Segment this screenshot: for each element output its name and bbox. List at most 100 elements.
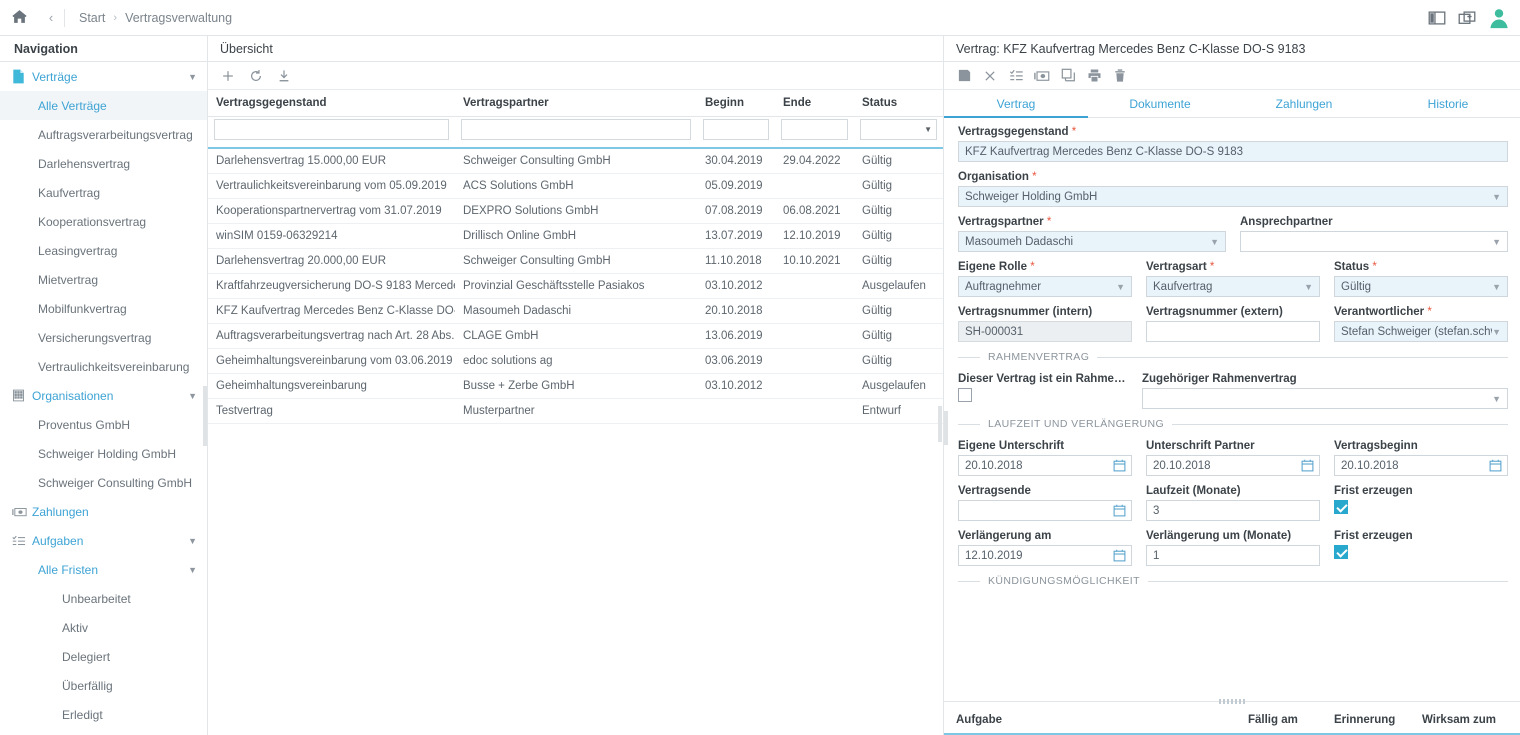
date-verlaengerung-am[interactable]: 12.10.2019 (958, 545, 1132, 566)
filter-input-partner[interactable] (461, 119, 691, 140)
tab-zahlungen[interactable]: Zahlungen (1232, 90, 1376, 117)
table-row[interactable]: Auftragsverarbeitungsvertrag nach Art. 2… (208, 323, 943, 349)
sidebar-item-aktiv[interactable]: Aktiv (0, 613, 207, 642)
sidebar-item-delegiert[interactable]: Delegiert (0, 642, 207, 671)
column-header-partner[interactable]: Vertragspartner (455, 90, 697, 117)
sidebar-item-versicherungsvertrag[interactable]: Versicherungsvertrag (0, 323, 207, 352)
checkbox-ist-rahmenvertrag[interactable] (958, 388, 972, 402)
table-row[interactable]: Geheimhaltungsvereinbarung vom 03.06.201… (208, 348, 943, 374)
select-vertragsart[interactable]: Kaufvertrag ▼ (1146, 276, 1320, 297)
sidebar-item-schweiger-consulting-gmbh[interactable]: Schweiger Consulting GmbH (0, 468, 207, 497)
input-verlaengerung-um[interactable]: 1 (1146, 545, 1320, 566)
select-vertragspartner[interactable]: Masoumeh Dadaschi ▼ (958, 231, 1226, 252)
sidebar-item-vertraulichkeitsvereinbarung[interactable]: Vertraulichkeitsvereinbarung (0, 352, 207, 381)
checkbox-frist-erzeugen-1[interactable] (1334, 500, 1348, 514)
table-row[interactable]: Darlehensvertrag 15.000,00 EUR Schweiger … (208, 148, 943, 174)
select-status[interactable]: Gültig ▼ (1334, 276, 1508, 297)
table-row[interactable]: Kraftfahrzeugversicherung DO-S 9183 Merc… (208, 273, 943, 299)
table-row[interactable]: winSIM 0159-06329214 Drillisch Online Gmb… (208, 223, 943, 249)
column-header-ende[interactable]: Ende (775, 90, 854, 117)
checkbox-frist-erzeugen-2[interactable] (1334, 545, 1348, 559)
task-icon[interactable] (1004, 65, 1028, 87)
sidebar-item-vertr-ge[interactable]: Verträge ▼ (0, 62, 207, 91)
sidebar-item-alle-vertr-ge[interactable]: Alle Verträge (0, 91, 207, 120)
sidebar-item-organisationen[interactable]: Organisationen ▼ (0, 381, 207, 410)
splitter-handle[interactable] (1219, 699, 1245, 704)
select-organisation[interactable]: Schweiger Holding GmbH ▼ (958, 186, 1508, 207)
select-eigene-rolle[interactable]: Auftragnehmer ▼ (958, 276, 1132, 297)
sidebar-item-schweiger-holding-gmbh[interactable]: Schweiger Holding GmbH (0, 439, 207, 468)
sidebar-item-leasingvertrag[interactable]: Leasingvertrag (0, 236, 207, 265)
tab-vertrag[interactable]: Vertrag (944, 90, 1088, 118)
sidebar-item-darlehensvertrag[interactable]: Darlehensvertrag (0, 149, 207, 178)
column-header-status[interactable]: Status (854, 90, 943, 117)
input-vertragsgegenstand[interactable]: KFZ Kaufvertrag Mercedes Benz C-Klasse D… (958, 141, 1508, 162)
chevron-down-icon: ▼ (1492, 281, 1501, 292)
table-row[interactable]: KFZ Kaufvertrag Mercedes Benz C-Klasse D… (208, 298, 943, 324)
back-button[interactable]: ‹ (38, 10, 64, 25)
table-row[interactable]: Vertraulichkeitsvereinbarung vom 05.09.2… (208, 173, 943, 199)
user-avatar-icon[interactable] (1488, 7, 1510, 29)
sidebar-item-zahlungen[interactable]: Zahlungen (0, 497, 207, 526)
new-window-icon[interactable] (1458, 10, 1476, 26)
chevron-down-icon[interactable]: ▼ (188, 72, 197, 82)
add-button[interactable] (216, 65, 240, 87)
input-laufzeit-monate[interactable]: 3 (1146, 500, 1320, 521)
payment-icon[interactable] (1030, 65, 1054, 87)
sidebar-item-alle-fristen[interactable]: Alle Fristen ▼ (0, 555, 207, 584)
sidebar-item-kooperationsvertrag[interactable]: Kooperationsvertrag (0, 207, 207, 236)
input-vertragsnummer-extern[interactable] (1146, 321, 1320, 342)
delete-icon[interactable] (1108, 65, 1132, 87)
table-row[interactable]: Kooperationspartnervertrag vom 31.07.201… (208, 198, 943, 224)
chevron-down-icon[interactable]: ▼ (188, 536, 197, 546)
detail-scrollbar[interactable] (944, 411, 948, 445)
select-ansprechpartner[interactable]: ▼ (1240, 231, 1508, 252)
tab-historie[interactable]: Historie (1376, 90, 1520, 117)
breadcrumb-item-vertragsverwaltung[interactable]: Vertragsverwaltung (125, 11, 232, 25)
list-scrollbar[interactable] (938, 406, 942, 442)
column-header-beginn[interactable]: Beginn (697, 90, 775, 117)
sidebar-item-mobilfunkvertrag[interactable]: Mobilfunkvertrag (0, 294, 207, 323)
filter-input-beginn[interactable] (703, 119, 769, 140)
home-button[interactable] (0, 8, 38, 28)
table-row[interactable]: Geheimhaltungsvereinbarung Busse + Zerbe … (208, 373, 943, 399)
tab-dokumente[interactable]: Dokumente (1088, 90, 1232, 117)
sidebar-item-mietvertrag[interactable]: Mietvertrag (0, 265, 207, 294)
select-zugehoeriger-rahmenvertrag[interactable]: ▼ (1142, 388, 1508, 409)
date-vertragsende[interactable] (958, 500, 1132, 521)
duplicate-icon[interactable] (1056, 65, 1080, 87)
print-icon[interactable] (1082, 65, 1106, 87)
calendar-icon[interactable] (1113, 504, 1126, 520)
select-verantwortlicher[interactable]: Stefan Schweiger (stefan.schweig ▼ (1334, 321, 1508, 342)
breadcrumb-item-start[interactable]: Start (79, 11, 105, 25)
chevron-down-icon[interactable]: ▼ (188, 565, 197, 575)
sidebar-item-erledigt[interactable]: Erledigt (0, 700, 207, 729)
date-eigene-unterschrift[interactable]: 20.10.2018 (958, 455, 1132, 476)
table-row[interactable]: Testvertrag Musterpartner Entwurf (208, 398, 943, 424)
column-header-gegenstand[interactable]: Vertragsgegenstand (208, 90, 455, 117)
chevron-down-icon[interactable]: ▼ (188, 391, 197, 401)
close-icon[interactable] (978, 65, 1002, 87)
calendar-icon[interactable] (1489, 459, 1502, 475)
calendar-icon[interactable] (1113, 549, 1126, 565)
sidebar-item-kaufvertrag[interactable]: Kaufvertrag (0, 178, 207, 207)
date-vertragsbeginn[interactable]: 20.10.2018 (1334, 455, 1508, 476)
export-button[interactable] (272, 65, 296, 87)
calendar-icon[interactable] (1301, 459, 1314, 475)
cell-gegenstand: Vertraulichkeitsvereinbarung vom 05.09.2… (208, 173, 455, 199)
table-row[interactable]: Darlehensvertrag 20.000,00 EUR Schweiger … (208, 248, 943, 274)
filter-input-ende[interactable] (781, 119, 848, 140)
layout-panel-icon[interactable] (1428, 10, 1446, 26)
sidebar-item-berf-llig[interactable]: Überfällig (0, 671, 207, 700)
sidebar-item-proventus-gmbh[interactable]: Proventus GmbH (0, 410, 207, 439)
navigation-scrollbar[interactable] (203, 386, 207, 446)
filter-select-status[interactable]: ▼ (860, 119, 937, 140)
date-unterschrift-partner[interactable]: 20.10.2018 (1146, 455, 1320, 476)
sidebar-item-auftragsverarbeitungsvertrag[interactable]: Auftragsverarbeitungsvertrag (0, 120, 207, 149)
filter-input-gegenstand[interactable] (214, 119, 449, 140)
refresh-button[interactable] (244, 65, 268, 87)
sidebar-item-unbearbeitet[interactable]: Unbearbeitet (0, 584, 207, 613)
save-icon[interactable] (952, 65, 976, 87)
calendar-icon[interactable] (1113, 459, 1126, 475)
sidebar-item-aufgaben[interactable]: Aufgaben ▼ (0, 526, 207, 555)
